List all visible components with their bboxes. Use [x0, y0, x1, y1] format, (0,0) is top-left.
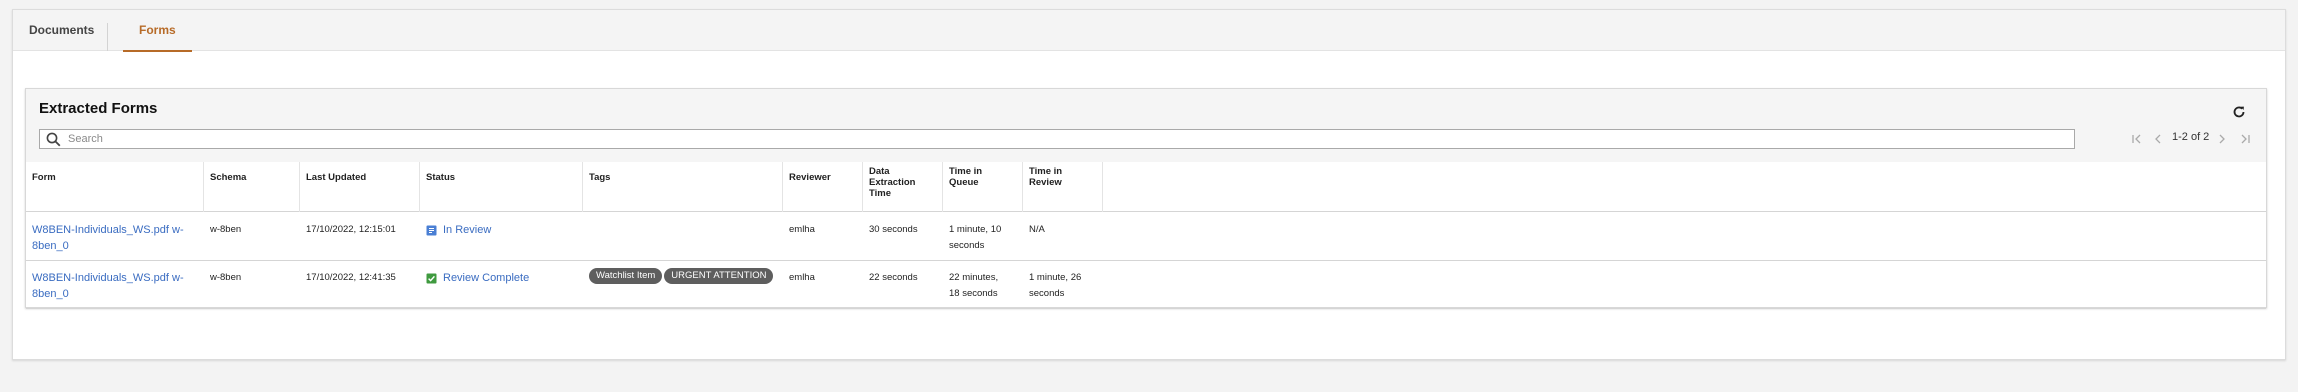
- column-header-form[interactable]: Form: [26, 162, 204, 212]
- next-page-icon[interactable]: [2215, 131, 2229, 147]
- reviewer-cell: emlha: [789, 224, 815, 235]
- column-header-data-extraction-time[interactable]: Data Extraction Time: [863, 162, 943, 212]
- last-updated-cell: 17/10/2022, 12:15:01: [306, 224, 396, 235]
- tab-documents[interactable]: Documents: [29, 10, 94, 51]
- panel-title: Extracted Forms: [39, 100, 158, 117]
- queue-time-cell: 1 minute, 10 seconds: [949, 224, 1002, 251]
- extraction-time-cell: 30 seconds: [869, 224, 918, 235]
- column-header-time-in-queue[interactable]: Time in Queue: [943, 162, 1023, 212]
- column-header-reviewer[interactable]: Reviewer: [783, 162, 863, 212]
- table-row[interactable]: W8BEN-Individuals_WS.pdf w- 8ben_0 w-8be…: [26, 213, 2266, 261]
- prev-page-icon[interactable]: [2151, 131, 2165, 147]
- form-link[interactable]: W8BEN-Individuals_WS.pdf w- 8ben_0: [32, 270, 202, 302]
- search-input[interactable]: [68, 130, 2058, 148]
- search-icon: [46, 132, 61, 147]
- pagination-label: 1-2 of 2: [2172, 131, 2210, 143]
- tab-divider: [107, 23, 108, 51]
- table-header: Form Schema Last Updated Status Tags Rev…: [26, 162, 2266, 212]
- column-header-tags[interactable]: Tags: [583, 162, 783, 212]
- queue-time-cell: 22 minutes, 18 seconds: [949, 272, 999, 299]
- reviewer-cell: emlha: [789, 272, 815, 283]
- last-page-icon[interactable]: [2238, 131, 2252, 147]
- column-header-last-updated[interactable]: Last Updated: [300, 162, 420, 212]
- tags-cell: Watchlist Item URGENT ATTENTION: [589, 268, 775, 284]
- status-link[interactable]: In Review: [426, 222, 491, 238]
- form-link[interactable]: W8BEN-Individuals_WS.pdf w- 8ben_0: [32, 222, 202, 254]
- schema-cell: w-8ben: [210, 272, 242, 283]
- refresh-icon[interactable]: [2232, 105, 2246, 119]
- table-row[interactable]: W8BEN-Individuals_WS.pdf w- 8ben_0 w-8be…: [26, 261, 2266, 309]
- schema-cell: w-8ben: [210, 224, 242, 235]
- check-box-icon: [426, 273, 437, 284]
- column-header-status[interactable]: Status: [420, 162, 583, 212]
- column-header-schema[interactable]: Schema: [204, 162, 300, 212]
- extraction-time-cell: 22 seconds: [869, 272, 918, 283]
- extracted-forms-panel: Extracted Forms Search 1-2 of 2 Form Sch…: [25, 88, 2267, 309]
- search-field[interactable]: [39, 129, 2075, 149]
- review-time-cell: 1 minute, 26 seconds: [1029, 272, 1082, 299]
- tab-forms[interactable]: Forms: [123, 10, 192, 52]
- tag-badge: URGENT ATTENTION: [664, 268, 774, 284]
- review-time-cell: N/A: [1029, 224, 1045, 235]
- column-header-time-in-review[interactable]: Time in Review: [1023, 162, 1103, 212]
- first-page-icon[interactable]: [2130, 131, 2144, 147]
- tag-badge: Watchlist Item: [589, 268, 663, 284]
- tab-bar: Documents Forms: [13, 10, 2285, 52]
- clipboard-icon: [426, 225, 437, 236]
- status-link[interactable]: Review Complete: [426, 270, 529, 286]
- forms-card: Documents Forms Extracted Forms Search 1…: [12, 9, 2286, 360]
- last-updated-cell: 17/10/2022, 12:41:35: [306, 272, 396, 283]
- panel-header: Extracted Forms Search 1-2 of 2: [26, 89, 2266, 162]
